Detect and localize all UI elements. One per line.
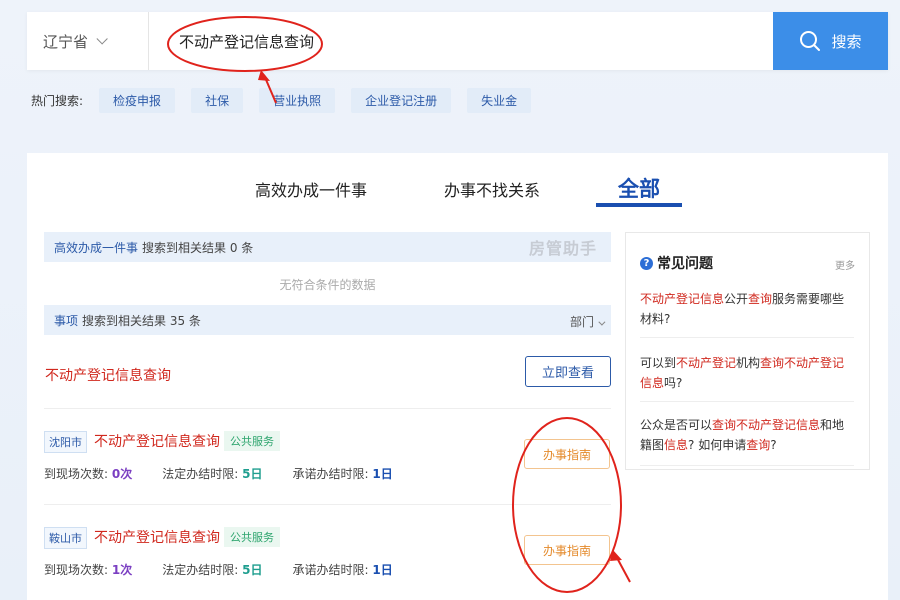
promise-limit-label: 承诺办结时限: (292, 467, 369, 481)
promise-limit-label: 承诺办结时限: (292, 563, 369, 577)
guide-button[interactable]: 办事指南 (524, 535, 610, 565)
service-tag: 公共服务 (224, 431, 280, 451)
question-text: 公开 (724, 292, 749, 306)
province-select[interactable]: 辽宁省 (27, 12, 149, 70)
list-item: 沈阳市 不动产登记信息查询 公共服务 到现场次数: 0次 法定办结时限: 5日 … (44, 403, 611, 493)
visits-label: 到现场次数: (44, 563, 109, 577)
visits-value: 1次 (111, 563, 133, 577)
city-badge: 鞍山市 (44, 527, 87, 549)
hot-search-chip[interactable]: 企业登记注册 (351, 88, 452, 113)
chevron-down-icon (96, 33, 108, 45)
dept-filter[interactable]: 部门 (569, 313, 606, 330)
highlighted-keyword: 查询不动产登记信息 (712, 418, 821, 432)
faq-question[interactable]: 可以到不动产登记机构查询不动产登记信息吗? (640, 353, 854, 393)
question-icon: ? (640, 256, 653, 270)
item-stats: 到现场次数: 1次 法定办结时限: 5日 承诺办结时限: 1日 (44, 561, 423, 578)
dept-filter-label: 部门 (569, 315, 594, 329)
hot-search-chip[interactable]: 失业金 (467, 88, 532, 113)
section-items-header: 事项 搜索到相关结果 35 条 部门 (44, 305, 611, 335)
active-tab-indicator (596, 203, 682, 207)
results-panel: 高效办成一件事 办事不找关系 全部 高效办成一件事 搜索到相关结果 0 条 房管… (27, 153, 888, 600)
hot-search-chip[interactable]: 社保 (191, 88, 244, 113)
search-icon (800, 31, 821, 51)
promise-limit-value: 1日 (372, 563, 393, 577)
search-button-label: 搜索 (831, 32, 862, 51)
hot-searches: 热门搜索: 检疫申报 社保 营业执照 企业登记注册 失业金 (31, 88, 547, 113)
view-now-button[interactable]: 立即查看 (525, 356, 611, 387)
legal-limit-label: 法定办结时限: (162, 467, 239, 481)
section-efficient-link[interactable]: 高效办成一件事 (54, 239, 138, 256)
item-stats: 到现场次数: 0次 法定办结时限: 5日 承诺办结时限: 1日 (44, 465, 423, 482)
hot-search-label: 热门搜索: (31, 94, 84, 108)
hot-search-chip[interactable]: 营业执照 (259, 88, 336, 113)
search-button[interactable]: 搜索 (773, 12, 888, 70)
item-title[interactable]: 不动产登记信息查询 (94, 527, 220, 547)
highlighted-keyword: 信息 (664, 438, 689, 452)
visits-label: 到现场次数: (44, 467, 109, 481)
section-items-count: 搜索到相关结果 35 条 (82, 313, 201, 328)
divider (640, 401, 854, 402)
section-efficient-count: 搜索到相关结果 0 条 (142, 240, 254, 255)
faq-title: 常见问题 (657, 256, 713, 272)
highlighted-keyword: 不动产登记信息 (640, 292, 725, 306)
question-text: 机构 (736, 356, 761, 370)
list-item: 鞍山市 不动产登记信息查询 公共服务 到现场次数: 1次 法定办结时限: 5日 … (44, 499, 611, 589)
guide-button[interactable]: 办事指南 (524, 439, 610, 469)
question-text: ? 如何申请 (688, 438, 747, 452)
section-items-link[interactable]: 事项 (54, 312, 78, 329)
divider (640, 465, 854, 466)
faq-question[interactable]: 公众是否可以查询不动产登记信息和地籍图信息? 如何申请查询? (640, 415, 854, 455)
highlighted-keyword: 不动产登记 (676, 356, 737, 370)
hot-search-chip[interactable]: 检疫申报 (99, 88, 176, 113)
tab-bar: 高效办成一件事 办事不找关系 全部 (27, 153, 888, 213)
highlighted-keyword: 查询 (746, 438, 771, 452)
promise-limit-value: 1日 (372, 467, 393, 481)
tab-no-relations[interactable]: 办事不找关系 (444, 177, 540, 201)
faq-question[interactable]: 不动产登记信息公开查询服务需要哪些材料? (640, 289, 854, 329)
tab-all[interactable]: 全部 (618, 173, 660, 203)
question-text: ? (770, 438, 777, 452)
legal-limit-label: 法定办结时限: (162, 563, 239, 577)
service-tag: 公共服务 (224, 527, 280, 547)
watermark: 房管助手 (528, 239, 597, 258)
city-badge: 沈阳市 (44, 431, 87, 453)
search-bar: 辽宁省 搜索 (27, 12, 888, 70)
question-text: 可以到 (640, 356, 677, 370)
faq-header: ? 常见问题 (640, 253, 713, 273)
section-efficient-header: 高效办成一件事 搜索到相关结果 0 条 房管助手 (44, 232, 611, 262)
question-text: 吗? (664, 376, 683, 390)
divider (640, 337, 854, 338)
tab-efficient[interactable]: 高效办成一件事 (255, 177, 367, 201)
highlighted-keyword: 查询 (748, 292, 773, 306)
legal-limit-value: 5日 (242, 563, 263, 577)
legal-limit-value: 5日 (242, 467, 263, 481)
feature-title[interactable]: 不动产登记信息查询 (45, 365, 171, 385)
chevron-down-icon (598, 318, 606, 326)
province-label: 辽宁省 (43, 32, 89, 51)
faq-more-link[interactable]: 更多 (835, 257, 855, 272)
visits-value: 0次 (111, 467, 133, 481)
empty-message: 无符合条件的数据 (279, 278, 376, 292)
search-input[interactable] (149, 12, 773, 70)
question-text: 公众是否可以 (640, 418, 713, 432)
faq-box: ? 常见问题 更多 不动产登记信息公开查询服务需要哪些材料? 可以到不动产登记机… (625, 232, 870, 470)
item-title[interactable]: 不动产登记信息查询 (94, 431, 220, 451)
